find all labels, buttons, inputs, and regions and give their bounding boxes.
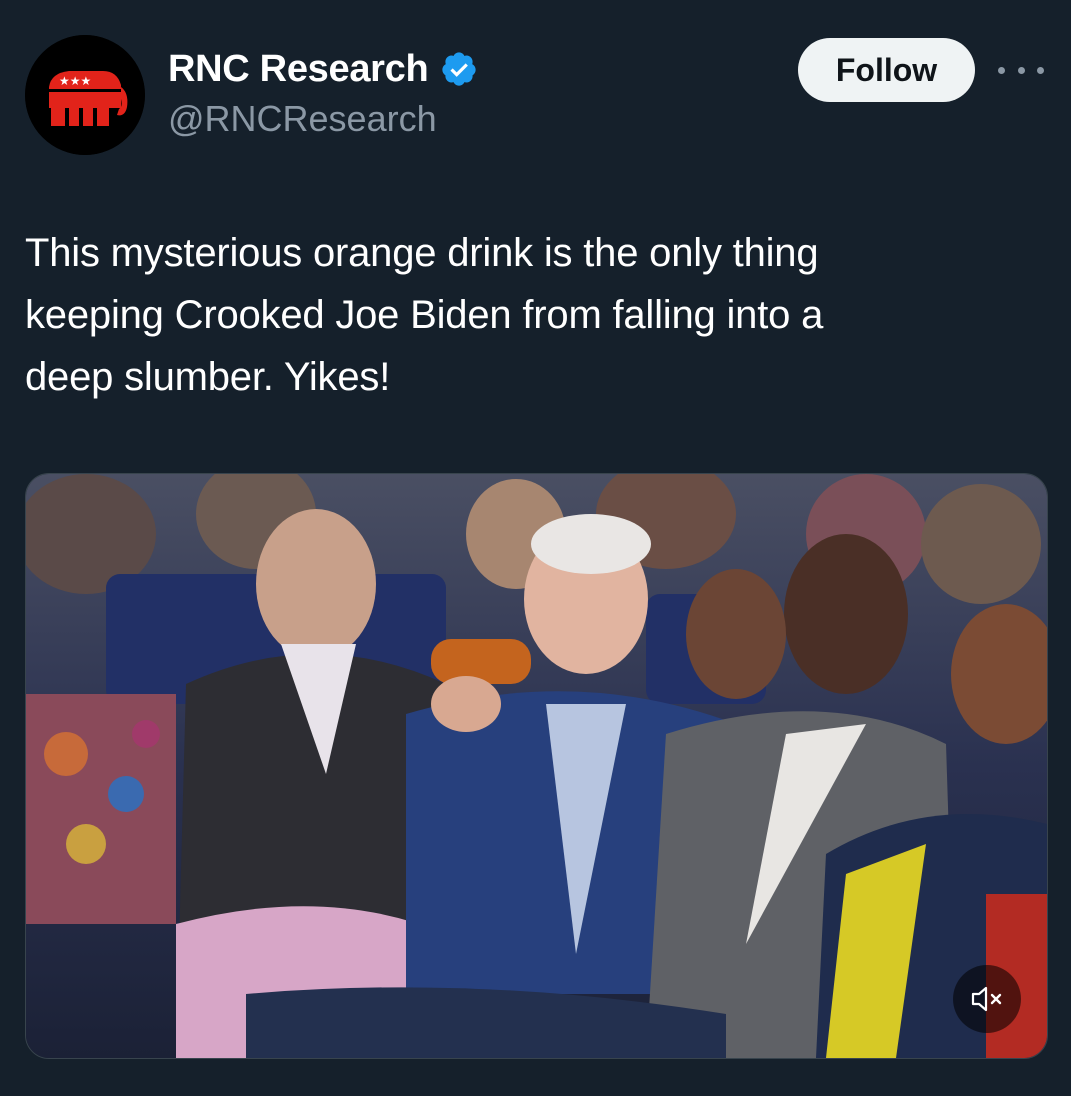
display-name[interactable]: RNC Research: [168, 48, 429, 91]
more-dot: [1017, 66, 1025, 74]
verified-badge-icon[interactable]: [440, 50, 478, 88]
tweet-text-line: keeping Crooked Joe Biden from falling i…: [25, 293, 824, 337]
tweet-page: ★★★ RNC Research @RNCResearch Follow Thi…: [0, 0, 1071, 1096]
follow-button[interactable]: Follow: [798, 38, 975, 102]
svg-text:★★★: ★★★: [59, 74, 91, 88]
more-dot: [998, 66, 1005, 74]
mute-toggle-button[interactable]: [953, 965, 1021, 1033]
display-name-row: RNC Research: [168, 46, 478, 92]
muted-speaker-icon: [971, 986, 1002, 1012]
tweet-text: This mysterious orange drink is the only…: [25, 222, 1035, 408]
tweet-text-line: deep slumber. Yikes!: [25, 355, 391, 399]
elephant-logo-icon: ★★★: [25, 35, 145, 155]
more-options-icon[interactable]: [998, 58, 1044, 82]
video-player[interactable]: [25, 473, 1048, 1059]
profile-avatar[interactable]: ★★★: [25, 35, 145, 155]
tweet-text-line: This mysterious orange drink is the only…: [25, 231, 819, 275]
more-dot: [1037, 66, 1044, 74]
user-handle[interactable]: @RNCResearch: [168, 98, 437, 140]
video-frame: [26, 474, 1047, 1058]
